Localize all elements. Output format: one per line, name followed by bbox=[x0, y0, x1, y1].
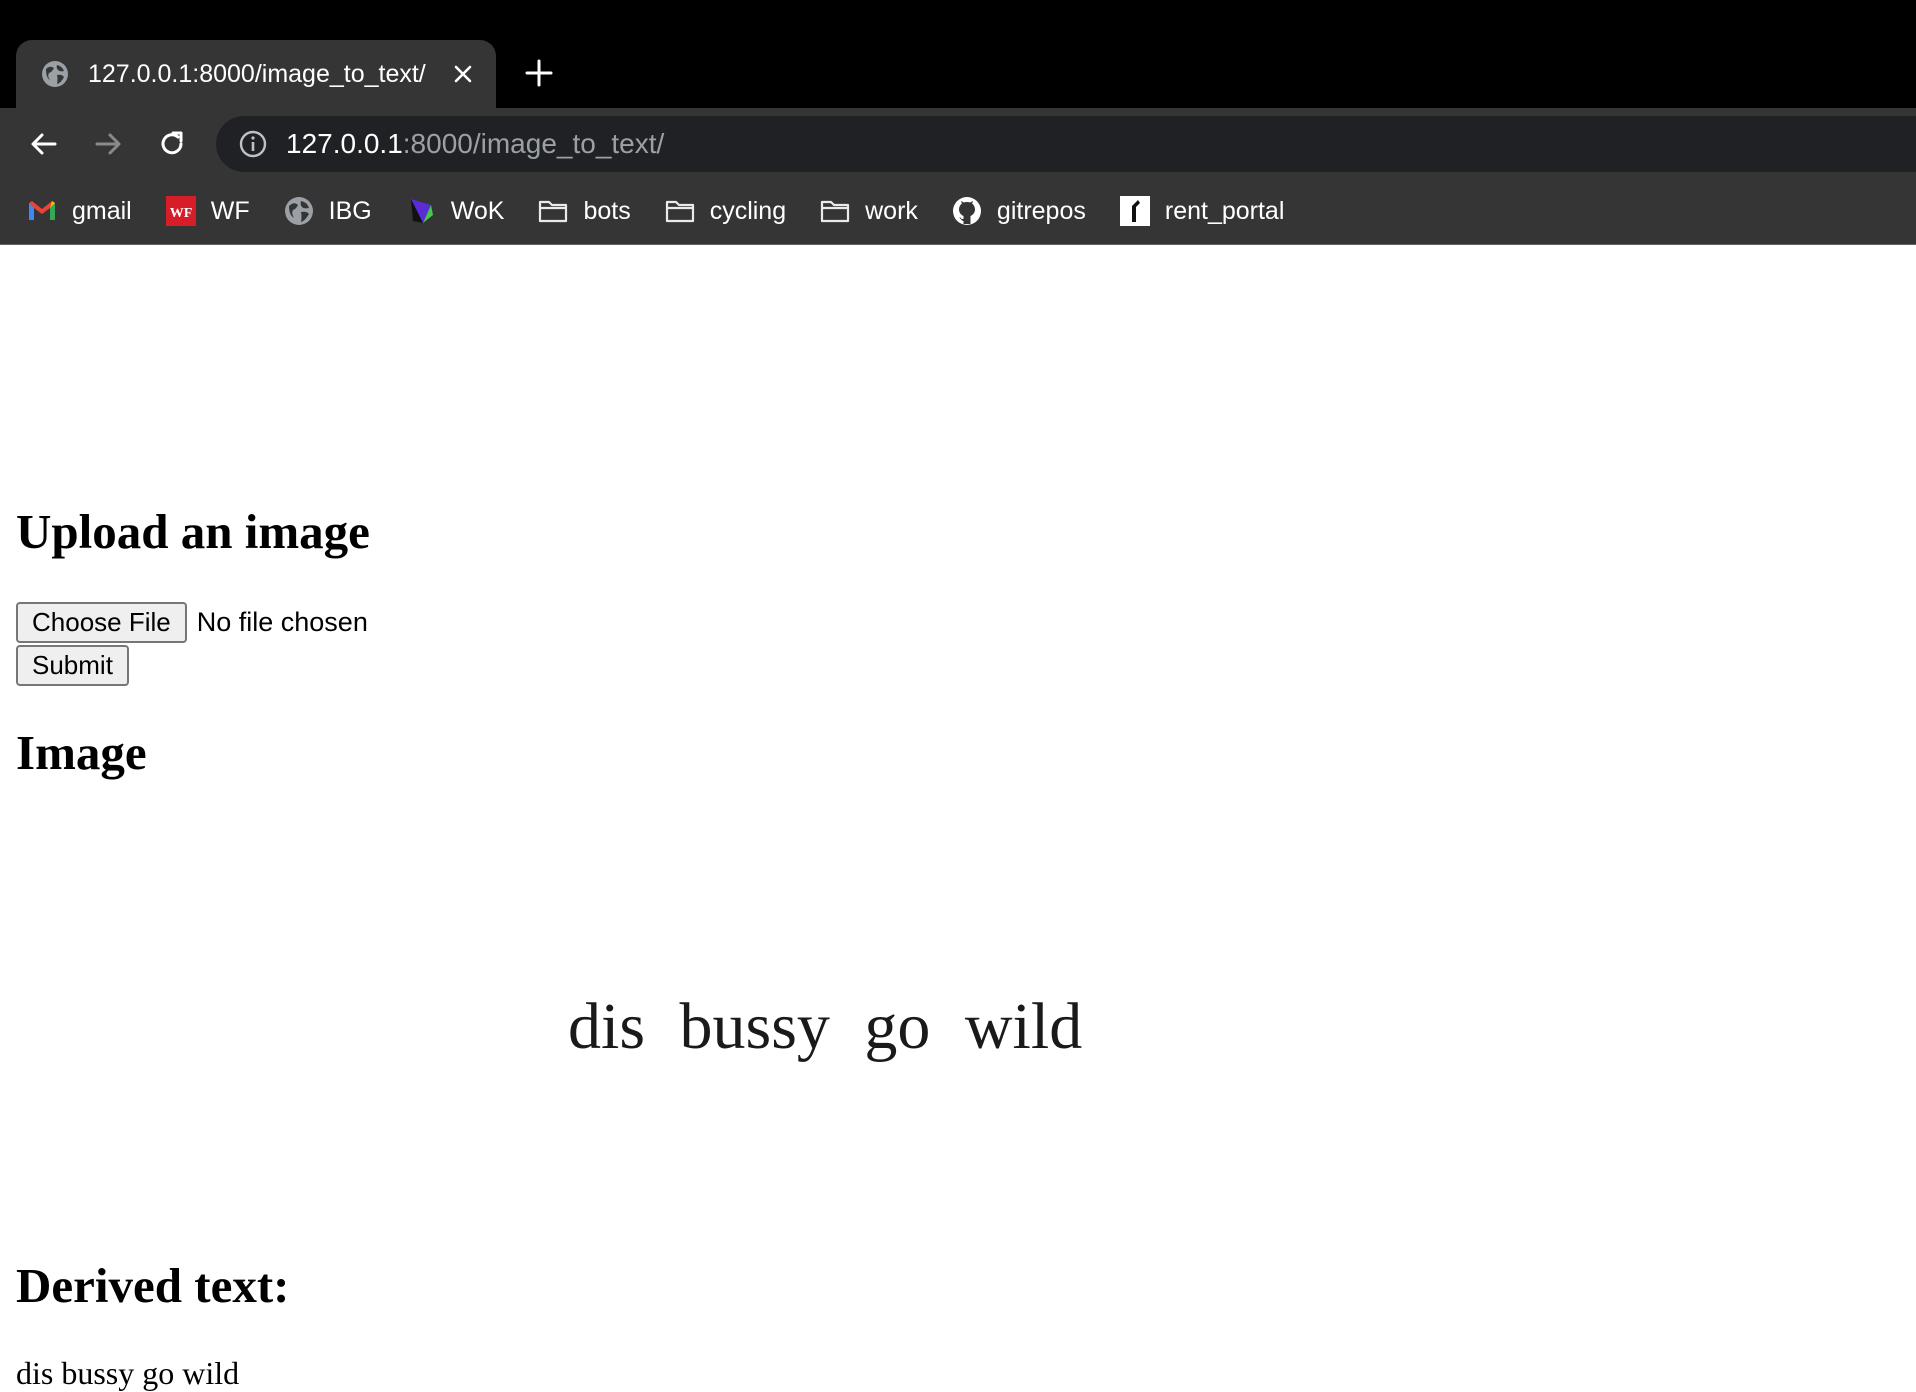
uploaded-image-text: dis bussy go wild bbox=[568, 990, 1083, 1063]
wok-icon bbox=[410, 199, 433, 223]
globe-icon bbox=[284, 197, 313, 225]
bookmark-label: rent_portal bbox=[1164, 196, 1285, 225]
back-arrow-icon[interactable] bbox=[28, 128, 60, 160]
close-icon[interactable] bbox=[452, 63, 474, 85]
svg-text:WF: WF bbox=[169, 206, 192, 221]
file-status: No file chosen bbox=[196, 607, 368, 638]
bookmark-cycling[interactable]: cycling bbox=[664, 195, 786, 227]
bookmark-wf[interactable]: WF WF bbox=[165, 195, 250, 227]
bookmark-gmail[interactable]: gmail bbox=[26, 195, 132, 227]
folder-icon bbox=[539, 200, 568, 223]
info-icon[interactable] bbox=[238, 129, 268, 159]
bookmark-work[interactable]: work bbox=[819, 195, 918, 227]
bookmark-rent-portal[interactable]: rent_portal bbox=[1119, 195, 1285, 227]
bookmark-label: gitrepos bbox=[996, 196, 1086, 225]
file-input[interactable]: Choose File No file chosen bbox=[16, 602, 368, 644]
submit-button[interactable]: Submit bbox=[16, 645, 129, 687]
bookmark-label: IBG bbox=[328, 196, 372, 225]
wf-icon: WF bbox=[165, 196, 196, 226]
choose-file-button[interactable]: Choose File bbox=[16, 602, 187, 644]
url-host: 127.0.0.1 bbox=[286, 128, 403, 159]
derived-text-heading: Derived text: bbox=[16, 1258, 290, 1313]
folder-icon bbox=[665, 200, 694, 223]
forward-arrow-icon[interactable] bbox=[92, 128, 124, 160]
bookmark-wok[interactable]: WoK bbox=[405, 195, 505, 227]
rent-portal-icon bbox=[1119, 196, 1150, 226]
bookmark-label: WoK bbox=[450, 196, 505, 225]
bookmark-label: gmail bbox=[72, 196, 132, 225]
upload-heading: Upload an image bbox=[16, 504, 370, 559]
bookmark-label: work bbox=[865, 196, 918, 225]
bookmark-label: WF bbox=[210, 196, 250, 225]
bookmark-gitrepos[interactable]: gitrepos bbox=[951, 195, 1086, 227]
tab-strip: 127.0.0.1:8000/image_to_text/ bbox=[0, 0, 1916, 108]
gmail-icon bbox=[29, 201, 55, 220]
url-text[interactable]: 127.0.0.1:8000/image_to_text/ bbox=[286, 128, 664, 160]
bookmark-bots[interactable]: bots bbox=[537, 195, 631, 227]
github-icon bbox=[952, 197, 981, 225]
plus-icon[interactable] bbox=[524, 58, 554, 88]
globe-icon bbox=[42, 61, 68, 87]
bookmark-ibg[interactable]: IBG bbox=[283, 195, 372, 227]
address-bar[interactable]: 127.0.0.1:8000/image_to_text/ bbox=[216, 116, 1916, 172]
derived-text: dis bussy go wild bbox=[16, 1355, 240, 1391]
url-path: :8000/image_to_text/ bbox=[402, 128, 665, 159]
tab-title: 127.0.0.1:8000/image_to_text/ bbox=[88, 59, 426, 88]
browser-toolbar: 127.0.0.1:8000/image_to_text/ bbox=[0, 108, 1916, 178]
bookmark-label: cycling bbox=[709, 196, 787, 225]
bookmark-label: bots bbox=[583, 196, 631, 225]
bookmarks-bar: gmail WF WF IBG WoK bots cycling work gi… bbox=[0, 178, 1916, 245]
active-tab[interactable]: 127.0.0.1:8000/image_to_text/ bbox=[16, 40, 496, 108]
reload-icon[interactable] bbox=[156, 128, 188, 160]
uploaded-image: dis bussy go wild bbox=[16, 817, 1446, 1237]
folder-icon bbox=[821, 200, 850, 223]
image-heading: Image bbox=[16, 725, 147, 780]
